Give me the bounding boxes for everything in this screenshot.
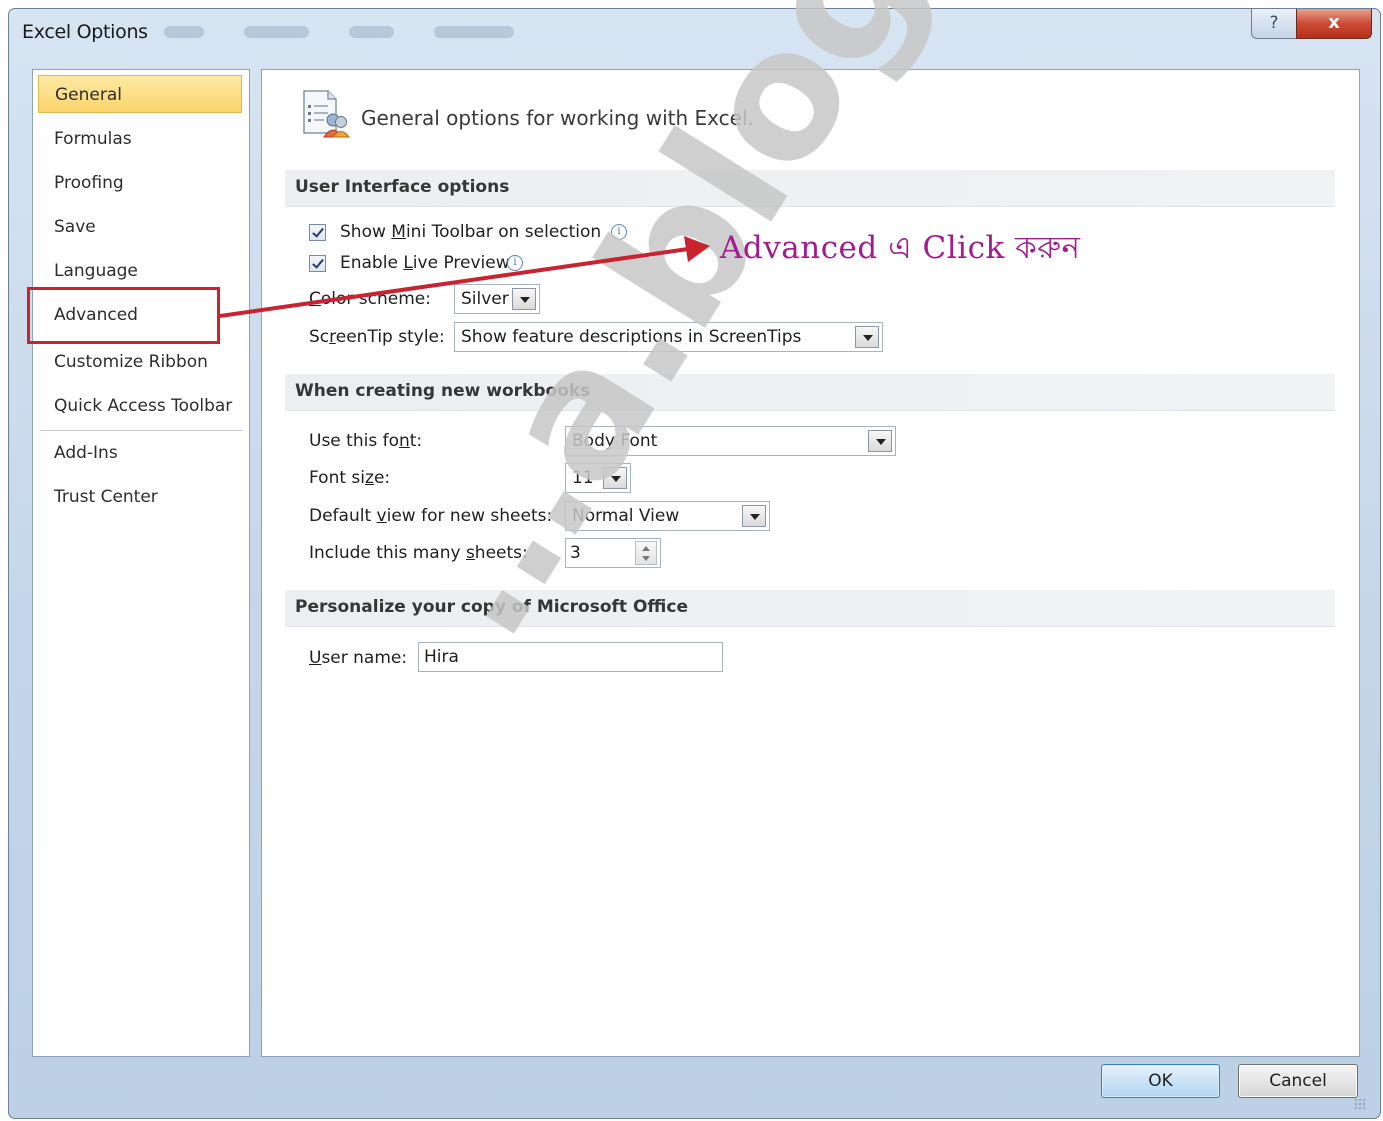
annotation-text: Advanced এ Click করুন — [720, 230, 1081, 266]
annotation-arrow — [219, 236, 710, 318]
